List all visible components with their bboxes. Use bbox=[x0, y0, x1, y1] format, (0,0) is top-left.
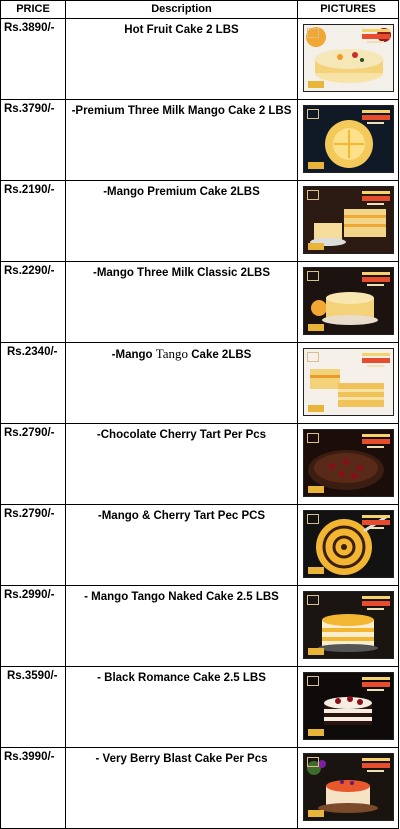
price-cell: Rs.3590/- bbox=[0, 666, 66, 748]
description-cell: -Chocolate Cherry Tart Per Pcs bbox=[65, 423, 298, 505]
price-cell: Rs.3890/- bbox=[0, 18, 66, 100]
table-row: Rs.3990/- - Very Berry Blast Cake Per Pc… bbox=[0, 747, 399, 829]
description-text-part: Cake 2LBS bbox=[188, 349, 252, 361]
picture-cell bbox=[297, 18, 399, 100]
description-header: Description bbox=[65, 0, 298, 19]
tart-photo-icon bbox=[302, 428, 394, 497]
cake-photo-icon bbox=[302, 185, 394, 254]
table-row: Rs.2990/- - Mango Tango Naked Cake 2.5 L… bbox=[0, 585, 399, 667]
price-cell: Rs.3790/- bbox=[0, 99, 66, 181]
picture-cell bbox=[297, 99, 399, 181]
description-cell: -Mango Tango Cake 2LBS bbox=[65, 342, 298, 424]
price-cell: Rs.2340/- bbox=[0, 342, 66, 424]
description-cell: -Premium Three Milk Mango Cake 2 LBS bbox=[65, 99, 298, 181]
table-row: Rs.2290/- -Mango Three Milk Classic 2LBS bbox=[0, 261, 399, 343]
price-cell: Rs.2990/- bbox=[0, 585, 66, 667]
price-list-table: PRICE Description PICTURES Rs.3890/- Hot… bbox=[0, 0, 399, 829]
price-header: PRICE bbox=[0, 0, 66, 19]
table-row: Rs.2790/- -Chocolate Cherry Tart Per Pcs bbox=[0, 423, 399, 505]
cake-photo-icon bbox=[302, 104, 394, 173]
cake-photo-icon bbox=[302, 752, 394, 821]
picture-cell bbox=[297, 666, 399, 748]
description-text-part: -Mango bbox=[111, 349, 156, 361]
price-cell: Rs.3990/- bbox=[0, 747, 66, 829]
cake-photo-icon bbox=[302, 590, 394, 659]
table-row: Rs.3890/- Hot Fruit Cake 2 LBS bbox=[0, 18, 399, 100]
price-cell: Rs.2290/- bbox=[0, 261, 66, 343]
description-cell: -Mango & Cherry Tart Pec PCS bbox=[65, 504, 298, 586]
description-text-part: Tango bbox=[155, 346, 189, 361]
cake-photo-icon bbox=[302, 671, 394, 740]
picture-cell bbox=[297, 747, 399, 829]
header-row: PRICE Description PICTURES bbox=[0, 0, 399, 19]
pictures-header: PICTURES bbox=[297, 0, 399, 19]
picture-cell bbox=[297, 504, 399, 586]
table-row: Rs.2340/- -Mango Tango Cake 2LBS bbox=[0, 342, 399, 424]
table-row: Rs.3590/- - Black Romance Cake 2.5 LBS bbox=[0, 666, 399, 748]
cake-photo-icon bbox=[302, 23, 394, 92]
description-cell: -Mango Premium Cake 2LBS bbox=[65, 180, 298, 262]
table-row: Rs.2790/- -Mango & Cherry Tart Pec PCS bbox=[0, 504, 399, 586]
description-cell: - Black Romance Cake 2.5 LBS bbox=[65, 666, 298, 748]
picture-cell bbox=[297, 180, 399, 262]
description-cell: - Very Berry Blast Cake Per Pcs bbox=[65, 747, 298, 829]
cake-photo-icon bbox=[302, 347, 394, 416]
price-cell: Rs.2190/- bbox=[0, 180, 66, 262]
description-cell: - Mango Tango Naked Cake 2.5 LBS bbox=[65, 585, 298, 667]
cake-photo-icon bbox=[302, 266, 394, 335]
table-row: Rs.3790/- -Premium Three Milk Mango Cake… bbox=[0, 99, 399, 181]
price-cell: Rs.2790/- bbox=[0, 423, 66, 505]
picture-cell bbox=[297, 342, 399, 424]
description-cell: Hot Fruit Cake 2 LBS bbox=[65, 18, 298, 100]
tart-photo-icon bbox=[302, 509, 394, 578]
picture-cell bbox=[297, 423, 399, 505]
picture-cell bbox=[297, 585, 399, 667]
price-cell: Rs.2790/- bbox=[0, 504, 66, 586]
table-row: Rs.2190/- -Mango Premium Cake 2LBS bbox=[0, 180, 399, 262]
picture-cell bbox=[297, 261, 399, 343]
description-cell: -Mango Three Milk Classic 2LBS bbox=[65, 261, 298, 343]
